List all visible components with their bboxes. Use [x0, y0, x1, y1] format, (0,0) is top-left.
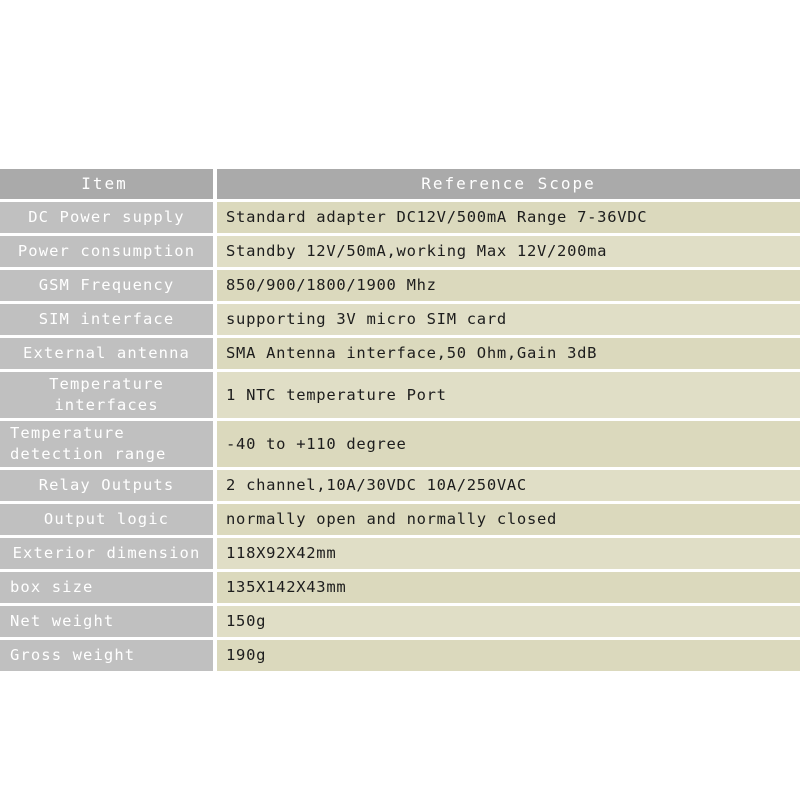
row-value: 2 channel,10A/30VDC 10A/250VAC — [217, 470, 800, 501]
row-label: Relay Outputs — [0, 470, 213, 501]
row-label: External antenna — [0, 338, 213, 369]
column-header-reference-scope: Reference Scope — [217, 169, 800, 199]
specification-table: Item Reference Scope DC Power supply Sta… — [0, 169, 800, 674]
table-row: DC Power supply Standard adapter DC12V/5… — [0, 202, 800, 233]
row-value: 118X92X42mm — [217, 538, 800, 569]
row-value: normally open and normally closed — [217, 504, 800, 535]
row-label: GSM Frequency — [0, 270, 213, 301]
row-label: Gross weight — [0, 640, 213, 671]
table-row: Net weight 150g — [0, 606, 800, 637]
table-row: Exterior dimension 118X92X42mm — [0, 538, 800, 569]
row-value: supporting 3V micro SIM card — [217, 304, 800, 335]
row-label: Temperature interfaces — [0, 372, 213, 418]
row-value: SMA Antenna interface,50 Ohm,Gain 3dB — [217, 338, 800, 369]
row-value: 190g — [217, 640, 800, 671]
row-value: Standard adapter DC12V/500mA Range 7-36V… — [217, 202, 800, 233]
row-value: 1 NTC temperature Port — [217, 372, 800, 418]
table-row: SIM interface supporting 3V micro SIM ca… — [0, 304, 800, 335]
row-label: SIM interface — [0, 304, 213, 335]
table-row: box size 135X142X43mm — [0, 572, 800, 603]
table-header-row: Item Reference Scope — [0, 169, 800, 199]
row-value: 850/900/1800/1900 Mhz — [217, 270, 800, 301]
row-label: box size — [0, 572, 213, 603]
table-row: Power consumption Standby 12V/50mA,worki… — [0, 236, 800, 267]
row-value: 135X142X43mm — [217, 572, 800, 603]
table-row: Temperature detection range -40 to +110 … — [0, 421, 800, 467]
row-label: Temperature detection range — [0, 421, 213, 467]
row-label: Output logic — [0, 504, 213, 535]
table-row: Relay Outputs 2 channel,10A/30VDC 10A/25… — [0, 470, 800, 501]
row-label: Exterior dimension — [0, 538, 213, 569]
row-label: Power consumption — [0, 236, 213, 267]
row-value: -40 to +110 degree — [217, 421, 800, 467]
column-header-item: Item — [0, 169, 213, 199]
table-row: External antenna SMA Antenna interface,5… — [0, 338, 800, 369]
row-label: DC Power supply — [0, 202, 213, 233]
table-row: GSM Frequency 850/900/1800/1900 Mhz — [0, 270, 800, 301]
row-value: Standby 12V/50mA,working Max 12V/200ma — [217, 236, 800, 267]
table-row: Temperature interfaces 1 NTC temperature… — [0, 372, 800, 418]
table-row: Gross weight 190g — [0, 640, 800, 671]
row-value: 150g — [217, 606, 800, 637]
table-row: Output logic normally open and normally … — [0, 504, 800, 535]
row-label: Net weight — [0, 606, 213, 637]
